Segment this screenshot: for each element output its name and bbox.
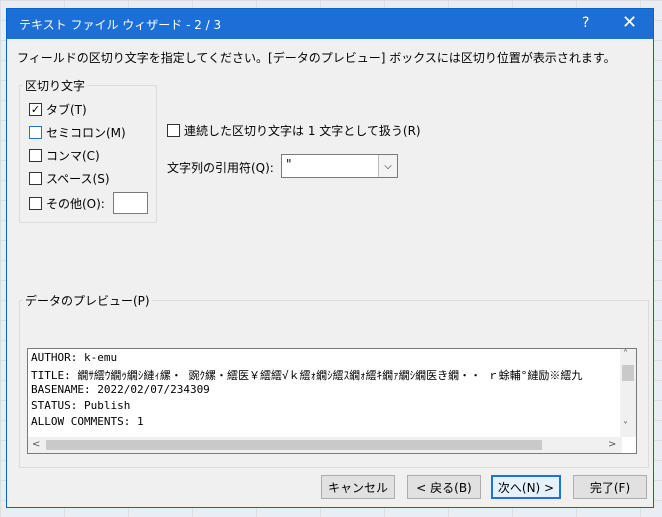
tab-checkbox[interactable]: ✓ (29, 102, 42, 116)
preview-line: AUTHOR: k-emu (31, 351, 118, 364)
space-checkbox-row[interactable]: スペース(S) (29, 169, 110, 187)
preview-line: BASENAME: 2022/02/07/234309 (31, 383, 210, 396)
other-checkbox-row[interactable]: その他(O): (29, 194, 105, 212)
consecutive-label: 連続した区切り文字は 1 文字として扱う(R) (184, 123, 421, 138)
data-preview[interactable]: AUTHOR: k-emu TITLE: 繝ｻ繧ｳ繝ｩ繝ｼ縺ｨ縲・ 豌ｸ縲・繧医… (27, 348, 637, 454)
space-label: スペース(S) (46, 171, 110, 186)
delimiters-group-label: 区切り文字 (23, 77, 88, 94)
scroll-up-icon[interactable]: ˄ (623, 349, 628, 360)
vertical-scrollbar[interactable]: ˄ ˅ (620, 349, 636, 437)
help-icon[interactable]: ? (582, 15, 589, 31)
preview-line: ALLOW COMMENTS: 1 (31, 415, 144, 428)
comma-checkbox-row[interactable]: コンマ(C) (29, 146, 100, 164)
semicolon-label: セミコロン(M) (46, 125, 126, 140)
scroll-left-icon[interactable]: < (32, 439, 40, 450)
next-button[interactable]: 次へ(N) > (491, 475, 561, 499)
comma-checkbox[interactable] (29, 148, 42, 162)
preview-line: STATUS: Publish (31, 399, 131, 412)
window-title: テキスト ファイル ウィザード - 2 / 3 (19, 18, 222, 32)
preview-group-label: データのプレビュー(P) (23, 292, 152, 309)
consecutive-checkbox[interactable] (167, 123, 180, 137)
qualifier-select[interactable]: " ⌵ (281, 154, 398, 178)
qualifier-value: " (286, 157, 292, 171)
scroll-down-icon[interactable]: ˅ (623, 421, 628, 432)
other-label: その他(O): (46, 196, 105, 211)
other-delimiter-input[interactable] (113, 192, 148, 214)
back-button[interactable]: < 戻る(B) (407, 475, 481, 499)
vertical-scroll-thumb[interactable] (622, 365, 634, 381)
title-bar: テキスト ファイル ウィザード - 2 / 3 ? ✕ (7, 9, 653, 39)
close-icon[interactable]: ✕ (622, 12, 637, 33)
horizontal-scroll-thumb[interactable] (46, 440, 542, 450)
tab-label: タブ(T) (46, 102, 87, 117)
horizontal-scrollbar[interactable]: < > (28, 437, 622, 453)
semicolon-checkbox[interactable] (29, 125, 42, 139)
tab-checkbox-row[interactable]: ✓ タブ(T) (29, 100, 87, 118)
instruction-text: フィールドの区切り文字を指定してください。[データのプレビュー] ボックスには区… (17, 51, 616, 65)
text-import-wizard-dialog: テキスト ファイル ウィザード - 2 / 3 ? ✕ フィールドの区切り文字を… (6, 8, 654, 508)
other-checkbox[interactable] (29, 196, 42, 210)
chevron-down-icon[interactable]: ⌵ (378, 155, 397, 177)
preview-line: TITLE: 繝ｻ繧ｳ繝ｩ繝ｼ縺ｨ縲・ 豌ｸ縲・繧医￥繧繧√ｋ繧ｫ繝ｼ繧ｽ繝ｫ繧… (31, 369, 583, 382)
comma-label: コンマ(C) (46, 148, 100, 163)
consecutive-checkbox-row[interactable]: 連続した区切り文字は 1 文字として扱う(R) (167, 121, 421, 139)
finish-button[interactable]: 完了(F) (573, 475, 647, 499)
qualifier-label: 文字列の引用符(Q): (167, 161, 274, 175)
cancel-button[interactable]: キャンセル (321, 475, 395, 499)
scroll-right-icon[interactable]: > (608, 439, 616, 450)
space-checkbox[interactable] (29, 171, 42, 185)
semicolon-checkbox-row[interactable]: セミコロン(M) (29, 123, 126, 141)
